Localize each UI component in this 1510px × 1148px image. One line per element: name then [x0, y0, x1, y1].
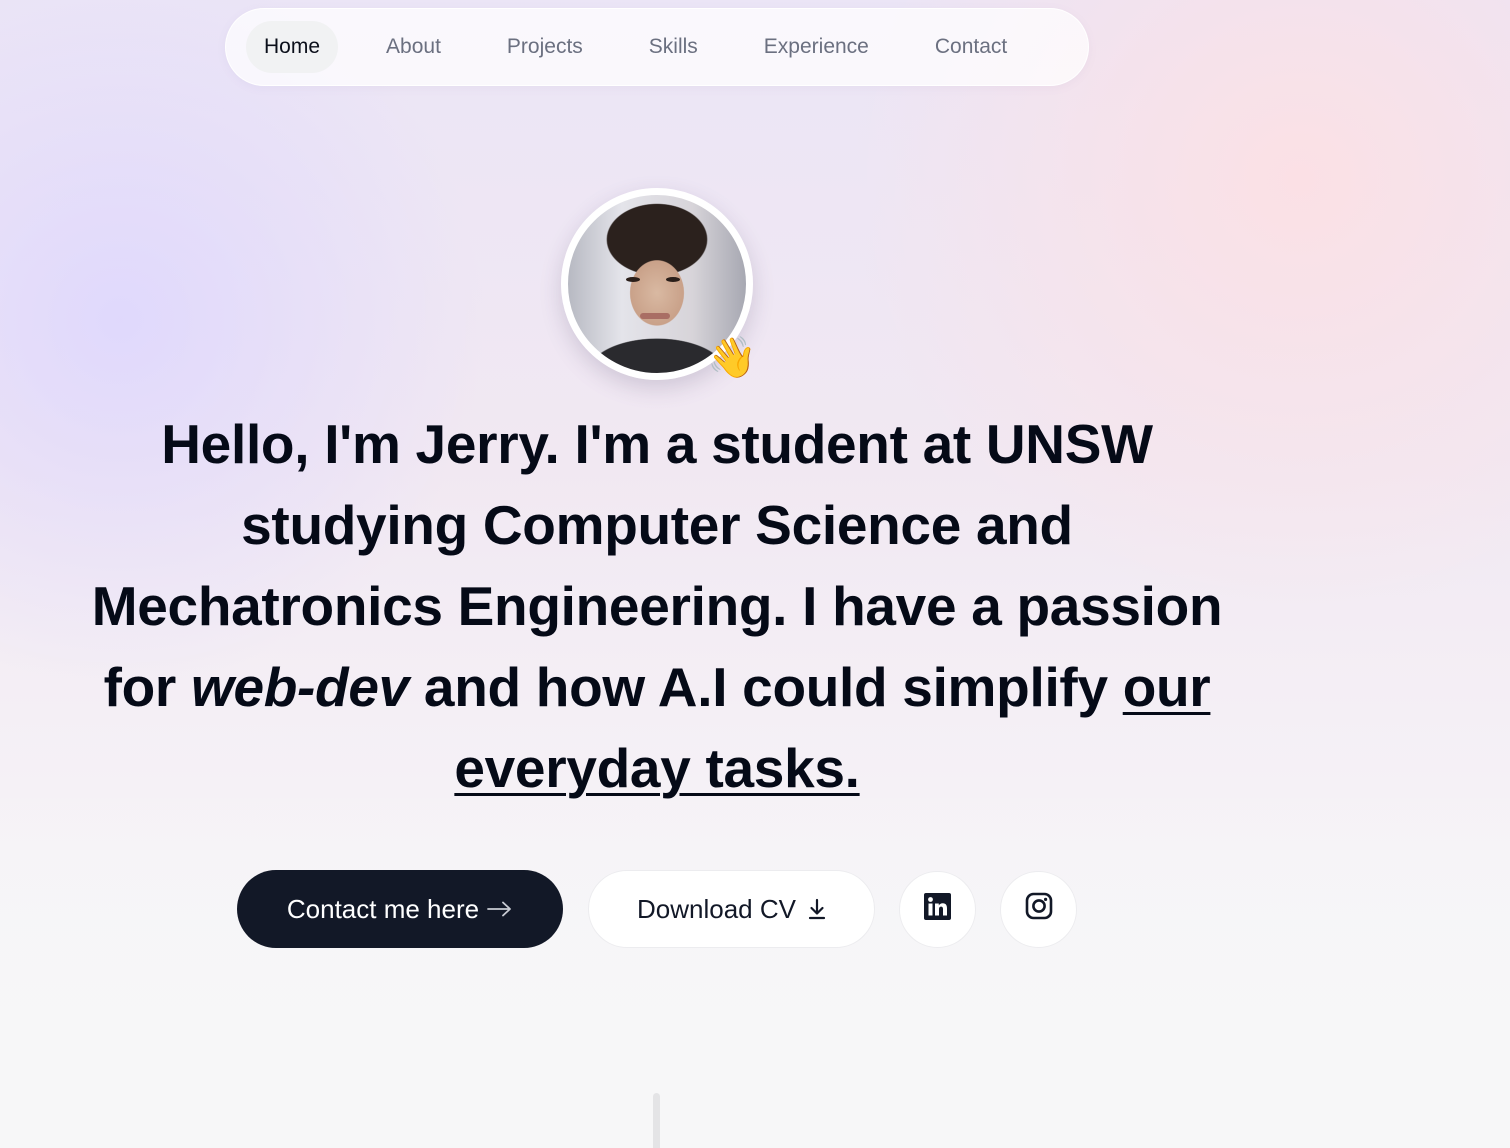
nav-item-projects[interactable]: Projects	[489, 21, 601, 73]
headline-text-1: I'm a	[559, 413, 712, 475]
contact-button-label: Contact me here	[286, 893, 480, 924]
arrow-right-icon	[487, 901, 513, 917]
headline-text-3: and how A.I could simplify	[408, 656, 1123, 718]
hero-headline: Hello, I'm Jerry. I'm a student at UNSW …	[80, 404, 1234, 809]
headline-role: student at UNSW	[711, 413, 1153, 475]
download-icon	[808, 898, 826, 920]
avatar-container: 👋	[561, 188, 757, 380]
instagram-button[interactable]	[1000, 871, 1077, 948]
download-cv-button[interactable]: Download CV	[588, 870, 875, 948]
nav-item-skills[interactable]: Skills	[631, 21, 716, 73]
avatar-eye-right	[666, 277, 680, 282]
main-nav: Home About Projects Skills Experience Co…	[225, 8, 1089, 86]
avatar-mouth	[640, 313, 670, 319]
waving-hand-icon: 👋	[707, 335, 757, 381]
headline-emphasis: web-dev	[190, 656, 409, 718]
download-cv-label: Download CV	[637, 893, 796, 924]
linkedin-icon	[924, 892, 951, 927]
nav-item-home[interactable]: Home	[246, 21, 339, 73]
nav-item-experience[interactable]: Experience	[746, 21, 887, 73]
nav-item-contact[interactable]: Contact	[917, 21, 1025, 73]
nav-item-about[interactable]: About	[368, 21, 459, 73]
contact-button[interactable]: Contact me here	[237, 870, 563, 948]
section-divider-line	[653, 1093, 660, 1148]
linkedin-button[interactable]	[899, 871, 976, 948]
page: Home About Projects Skills Experience Co…	[0, 0, 1510, 1148]
headline-greeting: Hello, I'm Jerry.	[161, 413, 560, 475]
instagram-icon	[1025, 892, 1053, 927]
avatar-eye-left	[626, 277, 640, 282]
